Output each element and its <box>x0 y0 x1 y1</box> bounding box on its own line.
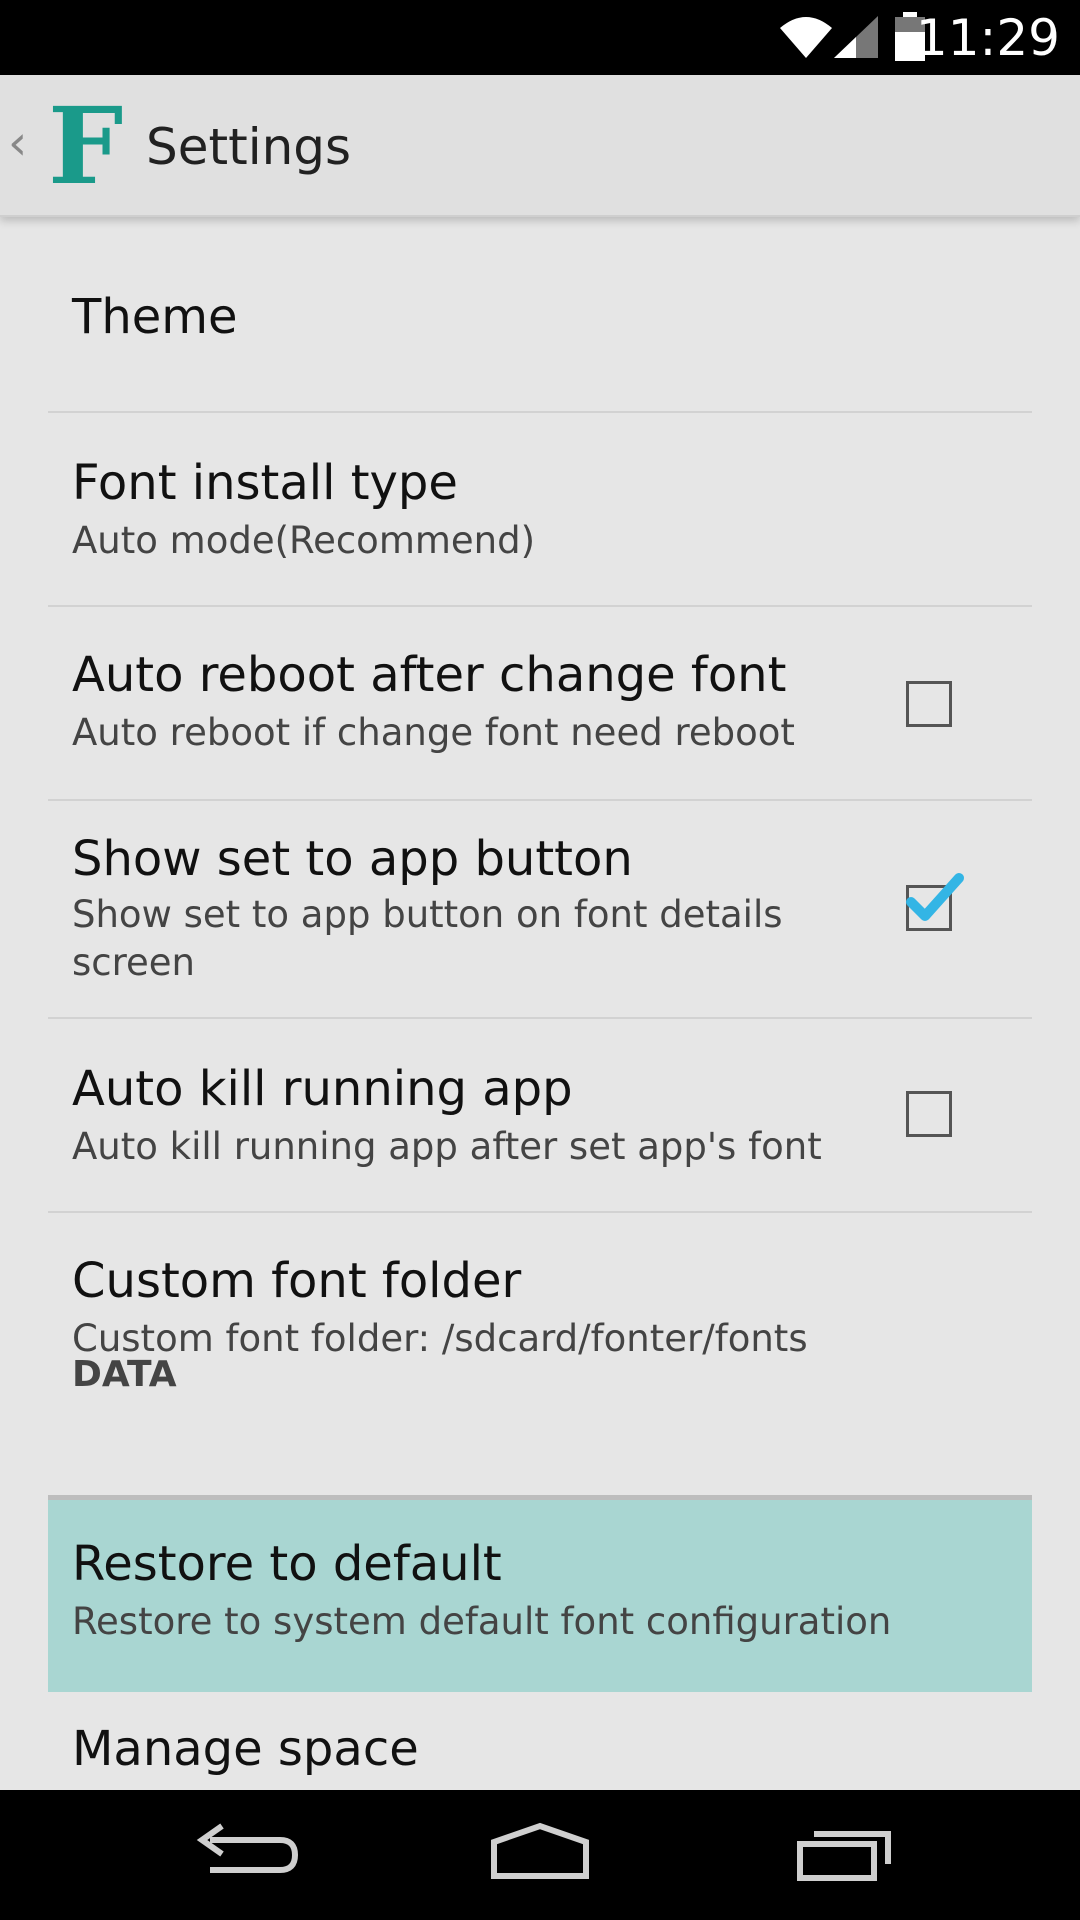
auto-reboot-checkbox[interactable] <box>906 681 952 727</box>
pref-show-set-to-app[interactable]: Show set to app button Show set to app b… <box>48 801 1032 1019</box>
pref-title: Restore to default <box>72 1536 502 1592</box>
section-header-data: DATA <box>72 1354 177 1395</box>
pref-auto-kill[interactable]: Auto kill running app Auto kill running … <box>48 1019 1032 1213</box>
pref-title: Auto reboot after change font <box>72 647 787 703</box>
pref-title: Theme <box>72 289 238 345</box>
pref-summary: Auto reboot if change font need reboot <box>72 711 795 754</box>
page-title: Settings <box>146 118 352 176</box>
up-chevron-icon[interactable]: ‹ <box>8 119 27 167</box>
pref-title: Font install type <box>72 455 458 511</box>
app-logo[interactable]: F <box>46 83 126 208</box>
settings-list[interactable]: Theme Font install type Auto mode(Recomm… <box>0 217 1080 1790</box>
action-bar: ‹ F Settings <box>0 75 1080 217</box>
pref-auto-reboot[interactable]: Auto reboot after change font Auto reboo… <box>48 607 1032 801</box>
pref-theme[interactable]: Theme <box>48 217 1032 413</box>
pref-title: Custom font folder <box>72 1253 522 1309</box>
pref-summary: Restore to system default font configura… <box>72 1600 892 1643</box>
home-icon[interactable] <box>480 1820 600 1890</box>
back-icon[interactable] <box>180 1820 300 1890</box>
pref-restore-default[interactable]: Restore to default Restore to system def… <box>48 1500 1032 1692</box>
pref-summary: Auto mode(Recommend) <box>72 519 536 562</box>
pref-font-install-type[interactable]: Font install type Auto mode(Recommend) <box>48 413 1032 607</box>
pref-manage-space[interactable]: Manage space <box>48 1695 1032 1790</box>
checkmark-icon <box>906 873 964 921</box>
pref-title: Show set to app button <box>72 831 633 887</box>
pref-summary: Auto kill running app after set app's fo… <box>72 1125 822 1168</box>
clock: 11:29 <box>915 9 1060 67</box>
recents-icon[interactable] <box>780 1820 900 1890</box>
auto-kill-checkbox[interactable] <box>906 1091 952 1137</box>
pref-summary: Custom font folder: /sdcard/fonter/fonts <box>72 1317 808 1360</box>
pref-custom-font-folder[interactable]: Custom font folder Custom font folder: /… <box>48 1213 1032 1393</box>
app-logo-letter: F <box>48 95 123 195</box>
wifi-icon <box>778 14 834 64</box>
nav-bar <box>0 1790 1080 1920</box>
cell-signal-icon <box>832 14 880 64</box>
pref-title: Auto kill running app <box>72 1061 573 1117</box>
pref-title: Manage space <box>72 1721 419 1777</box>
status-bar: 11:29 <box>0 0 1080 75</box>
pref-summary: Show set to app button on font details s… <box>72 893 783 984</box>
show-set-to-app-checkbox[interactable] <box>906 873 964 931</box>
